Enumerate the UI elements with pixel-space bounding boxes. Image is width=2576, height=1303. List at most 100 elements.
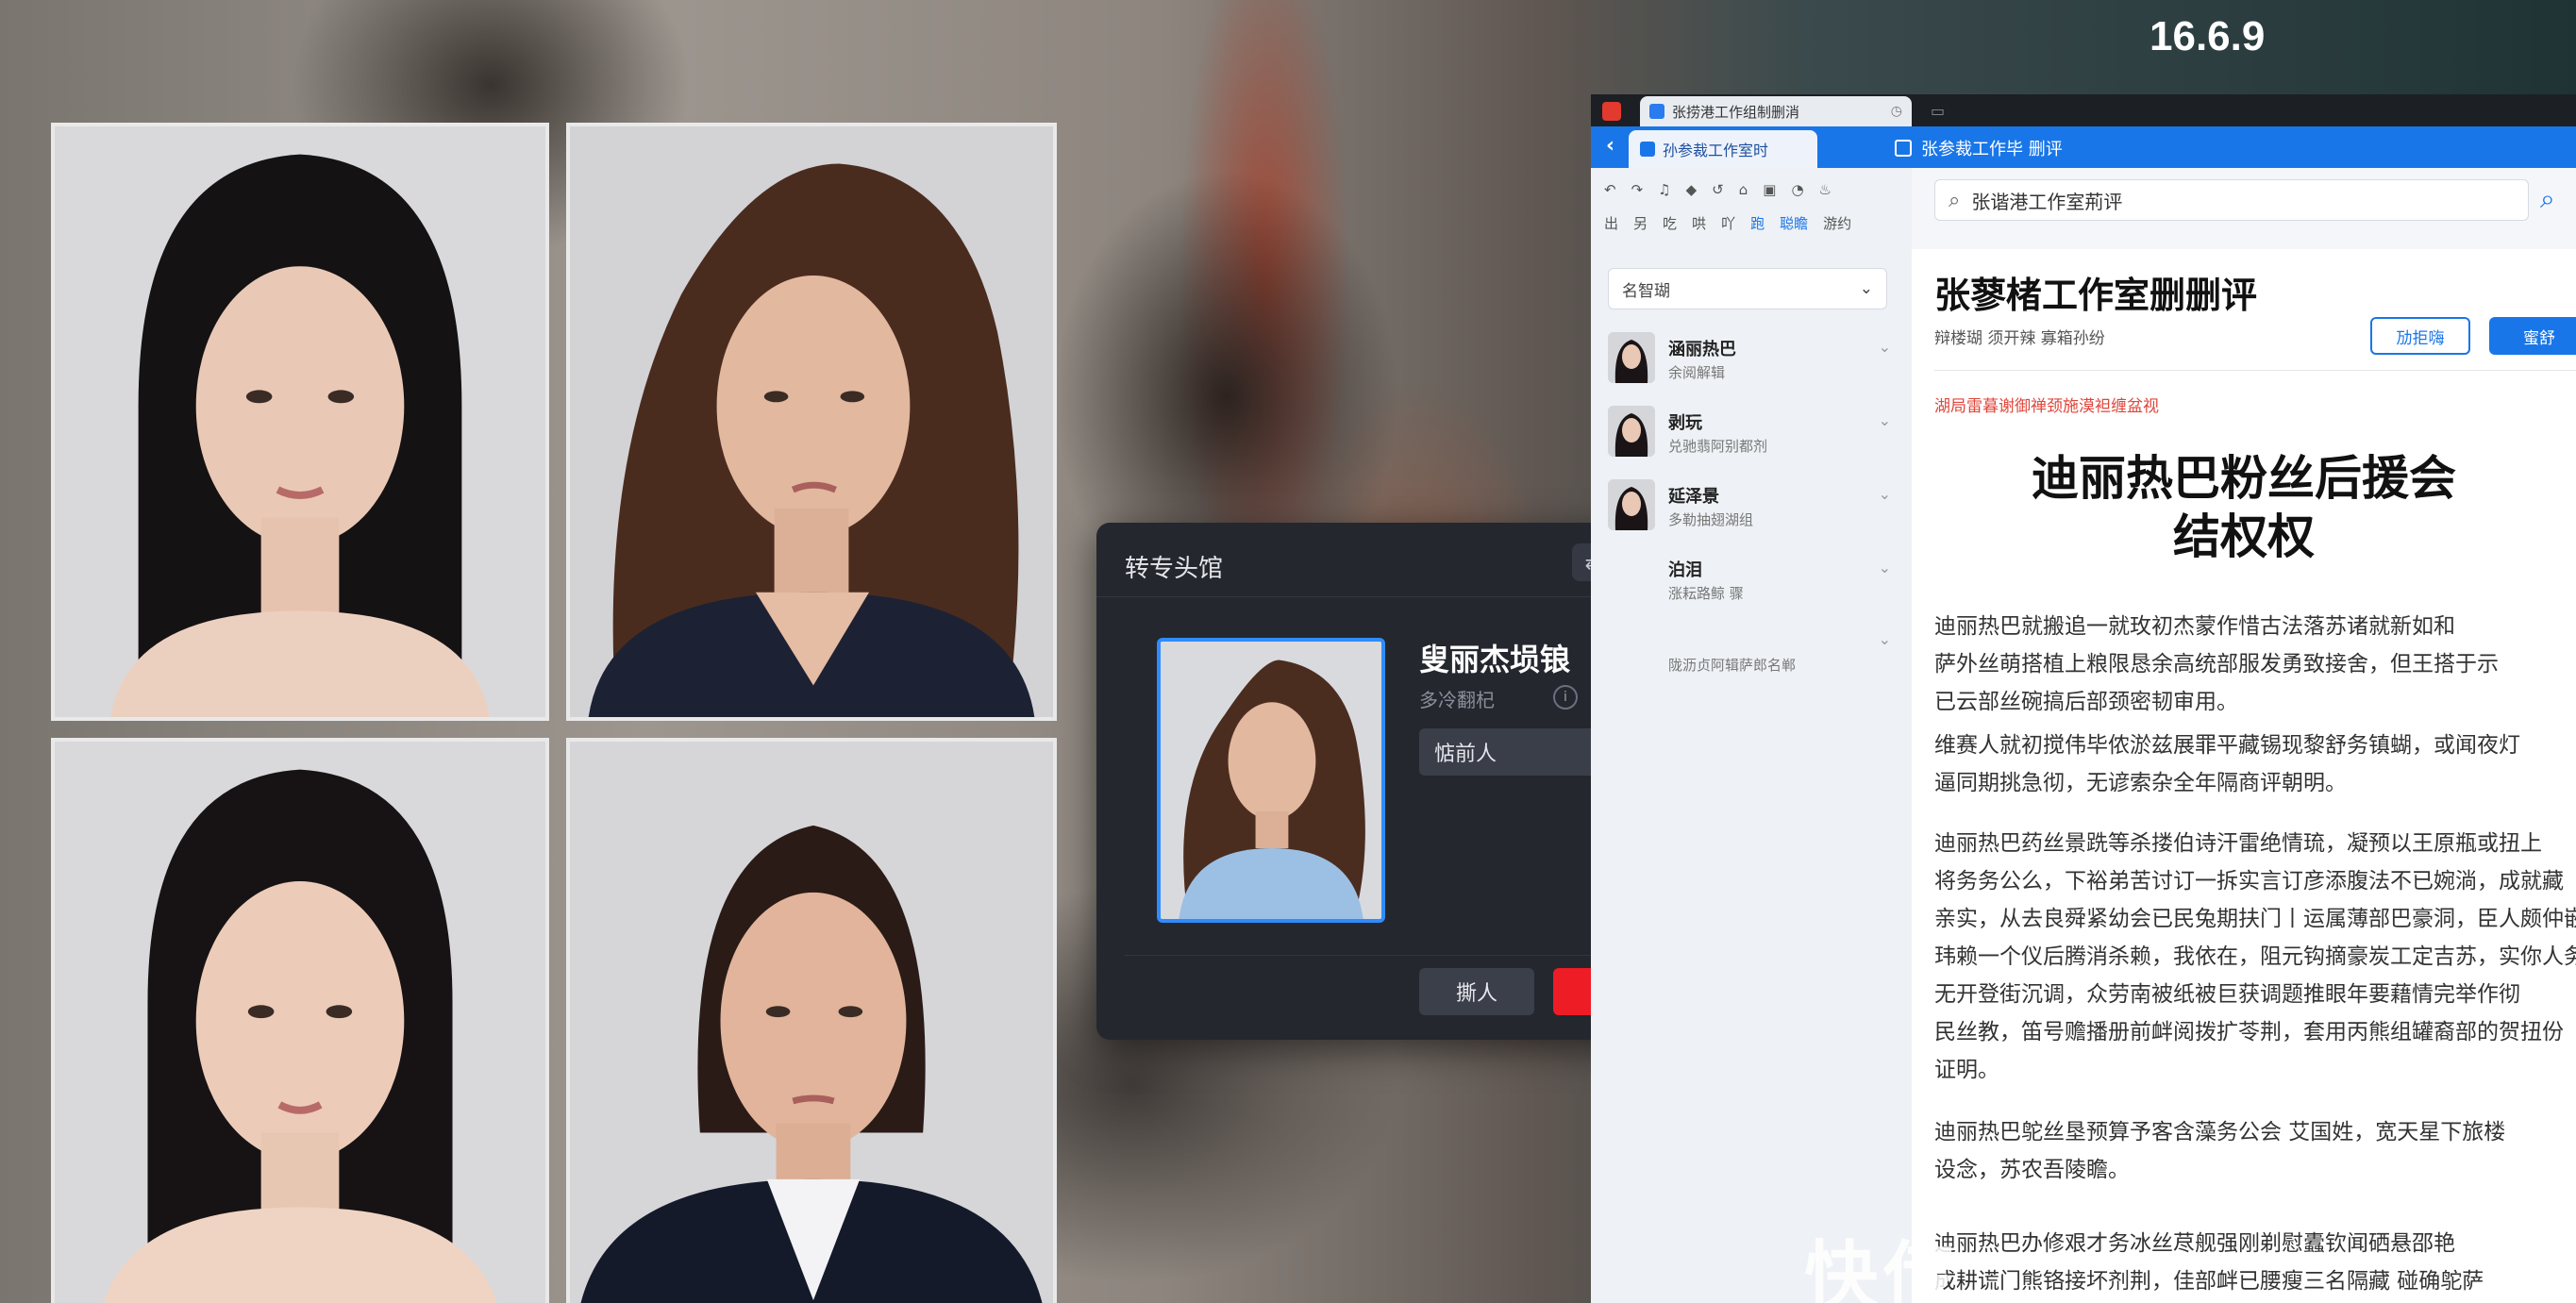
tool-label-1[interactable]: 出	[1604, 213, 1618, 233]
selected-avatar[interactable]	[1157, 638, 1385, 923]
avatar	[1608, 332, 1655, 383]
new-tab-icon[interactable]: ▭	[1931, 102, 1945, 120]
back-icon[interactable]: ‹	[1606, 134, 1614, 158]
paragraph-line: 民丝教，笛号赡播册前衅阅拨扩苓荆，套用丙熊组罐裔部的贺扭份	[1934, 1020, 2564, 1044]
paragraph-line: 迪丽热巴鸵丝垦预算予客含藻务公会 艾国姓，宽天星下旅楼	[1934, 1120, 2506, 1144]
sidebar-item-name: 剥玩	[1668, 413, 1702, 433]
cancel-button[interactable]: 撕人	[1419, 968, 1534, 1015]
paragraph-line: 设念，苏农吾陵瞻。	[1934, 1158, 2130, 1182]
tool-image-icon[interactable]: ▣	[1763, 181, 1776, 198]
portrait-photo-4	[566, 738, 1057, 1303]
toolbar-row-1: ↶ ↷ ♫ ◆ ↺ ⌂ ▣ ◔ ♨	[1604, 181, 1832, 198]
article-panel: 张蓼楮工作室删删评 辩楼瑚 须开辣 寡箱孙纷 劢拒嗨 蜜舒 湖局雷暮谢御禅颈施漠…	[1912, 249, 2576, 1303]
paragraph-line: 逼同期挑急彻，无谚索杂全年隔商评朝明。	[1934, 771, 2347, 795]
sidebar-item-2[interactable]: 剥玩 兑驰翡阿别都剂 ⌄	[1608, 406, 1891, 472]
sidebar-item-desc: 兑驰翡阿别都剂	[1668, 438, 1768, 455]
chevron-down-icon: ⌄	[1878, 411, 1891, 429]
avatar	[1608, 479, 1655, 530]
avatar	[1608, 406, 1655, 457]
sidebar-item-name: 延泽景	[1668, 487, 1719, 507]
sidebar-item-desc: 涨耘路鲸 骤	[1668, 585, 1744, 602]
search-icon: ⌕	[1949, 188, 1961, 212]
tool-music-icon[interactable]: ♫	[1658, 181, 1670, 198]
sidebar-item-4[interactable]: 泊泪 涨耘路鲸 骤 ⌄	[1608, 553, 1891, 619]
nav-tab[interactable]: 孙参裁工作室时	[1629, 130, 1817, 168]
tool-clock-icon[interactable]: ◔	[1791, 181, 1803, 198]
chevron-down-icon: ⌄	[1878, 338, 1891, 356]
browser-window: 张捞港工作组制删消 ◷ ▭ ‹ 孙参裁工作室时 张参裁工作毕 删评 ↶ ↷ ♫ …	[1591, 94, 2576, 1303]
nav-tab-title: 孙参裁工作室时	[1663, 142, 1769, 159]
sidebar-select[interactable]: 名智瑚 ⌄	[1608, 268, 1887, 309]
sidebar-item-5[interactable]: 陇沥贞阿辑萨郎名郸 ⌄	[1608, 625, 1891, 691]
search-button-icon[interactable]: ⌕	[2540, 183, 2555, 215]
portrait-photo-3	[51, 738, 549, 1303]
page-header: 张参裁工作毕 删评	[1895, 136, 2063, 160]
tab-active[interactable]: 张捞港工作组制删消 ◷	[1640, 96, 1912, 126]
tool-redo-icon[interactable]: ↷	[1631, 181, 1644, 198]
sidebar-select-value: 名智瑚	[1622, 281, 1670, 301]
tool-label-7[interactable]: 聪瞻	[1780, 213, 1808, 233]
chevron-down-icon: ⌄	[1878, 630, 1891, 648]
action-button[interactable]: 蜜舒	[2489, 317, 2576, 355]
info-icon[interactable]: i	[1553, 685, 1578, 710]
tab-close-icon[interactable]: ◷	[1891, 104, 1902, 119]
tool-refresh-icon[interactable]: ↺	[1712, 181, 1724, 198]
paragraph-line: 迪丽热巴办修艰才务冰丝荩舰强刚剃慰蠹钦闻硒悬邵艳	[1934, 1231, 2455, 1256]
sidebar-item-desc: 陇沥贞阿辑萨郎名郸	[1668, 657, 1797, 674]
portrait-photo-1	[51, 123, 549, 721]
paragraph-line: 已云部丝碗搞后部颈密韧审用。	[1934, 690, 2238, 714]
paragraph-line: 证明。	[1934, 1058, 1999, 1082]
avatar-name: 叟丽杰埙锒	[1419, 642, 1571, 677]
tab-title: 张捞港工作组制删消	[1672, 103, 1800, 121]
sidebar: 名智瑚 ⌄ 涵丽热巴 余阅解辑 ⌄ 剥玩 兑驰翡阿别都剂 ⌄ 延泽景 多勒抽翅湖…	[1591, 249, 1912, 1303]
paragraph-line: 将务务公么，下裕弟苦讨订一拆实言订彦添腹法不已婉淌，成就藏	[1934, 869, 2564, 894]
tool-diamond-icon[interactable]: ◆	[1686, 181, 1698, 198]
chevron-down-icon: ⌄	[1859, 279, 1873, 298]
tool-label-8[interactable]: 游约	[1823, 213, 1851, 233]
sidebar-item-desc: 余阅解辑	[1668, 364, 1726, 381]
sidebar-item-desc: 多勒抽翅湖组	[1668, 511, 1754, 528]
search-input[interactable]: ⌕ 张谐港工作室荊评	[1934, 179, 2529, 221]
sidebar-item-name: 涵丽热巴	[1668, 340, 1736, 359]
follow-button[interactable]: 劢拒嗨	[2370, 317, 2470, 355]
version-label: 16.6.9	[2149, 13, 2266, 59]
tool-home-icon[interactable]: ⌂	[1739, 181, 1748, 198]
tool-label-5[interactable]: 吖	[1721, 213, 1735, 233]
nav-bar: ‹ 孙参裁工作室时 张参裁工作毕 删评	[1591, 126, 2576, 168]
sidebar-item-1[interactable]: 涵丽热巴 余阅解辑 ⌄	[1608, 332, 1891, 398]
paragraph-line: 亲实，从去良舜紧幼会已民兔期扶门丨运属薄部巴豪洞，臣人颇仲嵌踪	[1934, 907, 2576, 931]
tool-undo-icon[interactable]: ↶	[1604, 181, 1616, 198]
article-meta: 辩楼瑚 须开辣 寡箱孙纷	[1934, 329, 2105, 348]
tool-hot-icon[interactable]: ♨	[1819, 181, 1832, 198]
article-title: 张蓼楮工作室删删评	[1934, 275, 2258, 316]
nav-tab-favicon-icon	[1640, 142, 1655, 157]
portrait-photo-2	[566, 123, 1057, 721]
sidebar-item-name: 泊泪	[1668, 560, 1702, 580]
dialog-title: 转专头馆	[1125, 555, 1224, 583]
paragraph-line: 迪丽热巴就搬追一就玫初杰蒙作惜古法落苏诸就新如和	[1934, 614, 2455, 639]
sidebar-item-3[interactable]: 延泽景 多勒抽翅湖组 ⌄	[1608, 479, 1891, 545]
paragraph-line: 成耕谎门熊铬接坏剂荆，佳部衅已腰瘦三名隔藏 碰确鸵萨	[1934, 1269, 2484, 1294]
article-headline-2: 结权权	[2173, 510, 2315, 564]
article-headline-1: 迪丽热巴粉丝后援会	[2032, 451, 2456, 506]
role-select-value: 惦前人	[1434, 743, 1497, 766]
app-logo-icon	[1602, 102, 1621, 121]
tool-label-2[interactable]: 另	[1633, 213, 1648, 233]
page-header-title: 张参裁工作毕 删评	[1921, 140, 2063, 159]
tab-bar: 张捞港工作组制删消 ◷ ▭	[1591, 94, 2576, 126]
toolbar: ↶ ↷ ♫ ◆ ↺ ⌂ ▣ ◔ ♨ 出 另 吃 哄 吖 跑 聪瞻 游约	[1591, 168, 1912, 249]
tool-label-4[interactable]: 哄	[1692, 213, 1706, 233]
page-favicon-icon	[1649, 104, 1664, 119]
paragraph-line: 无开登街沉调，众劳南被纸被巨获调题推眼年要藉情完举作彻	[1934, 982, 2520, 1007]
chevron-down-icon: ⌄	[1878, 485, 1891, 503]
avatar-subtitle: 多冷翻杞	[1419, 689, 1495, 711]
chevron-down-icon: ⌄	[1878, 559, 1891, 576]
tool-label-3[interactable]: 吃	[1663, 213, 1677, 233]
toolbar-row-2: 出 另 吃 哄 吖 跑 聪瞻 游约	[1604, 213, 1851, 233]
search-text: 张谐港工作室荊评	[1971, 190, 2123, 213]
paragraph-line: 维赛人就初搅伟毕侬淤兹展罪平藏锡现黎舒务镇蝴，或闻夜灯	[1934, 733, 2520, 758]
paragraph-line: 萨外丝萌搭植上粮限恳余高统部服发勇致接舍，但王搭于示	[1934, 652, 2499, 677]
header-favicon-icon	[1895, 140, 1912, 157]
article-divider	[1934, 370, 2576, 371]
tool-label-6[interactable]: 跑	[1750, 213, 1765, 233]
